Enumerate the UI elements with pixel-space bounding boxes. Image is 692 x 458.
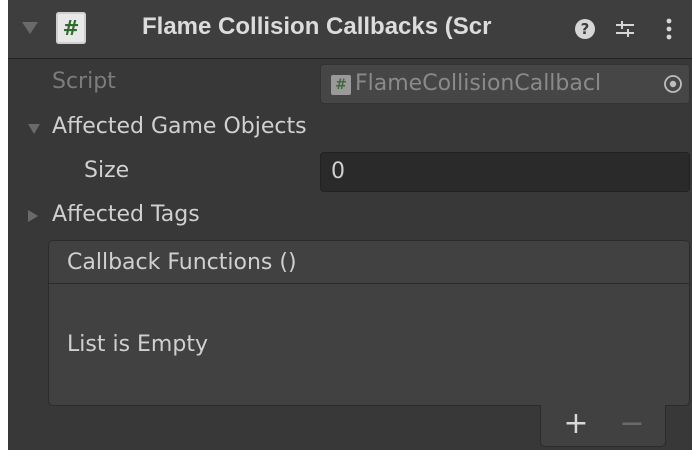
size-label: Size (84, 158, 130, 183)
script-label: Script (52, 69, 116, 94)
script-value: FlameCollisionCallbacl (355, 71, 602, 96)
empty-list-text: List is Empty (67, 332, 208, 357)
callback-functions-header: Callback Functions () (48, 240, 690, 284)
callback-list-body: List is Empty (48, 284, 690, 406)
component-header[interactable]: # Flame Collision Callbacks (Scr ? (8, 0, 692, 59)
affected-game-objects-label[interactable]: Affected Game Objects (52, 114, 307, 139)
help-glyph: ? (575, 19, 595, 39)
foldout-arrow-icon[interactable] (28, 124, 40, 134)
script-icon: # (331, 75, 351, 95)
help-icon[interactable]: ? (572, 16, 598, 42)
preset-sliders-icon (616, 21, 634, 37)
kebab-dots-icon (666, 18, 672, 40)
kebab-menu-icon[interactable] (656, 16, 682, 42)
script-object-field[interactable]: # FlameCollisionCallbacl (320, 64, 690, 104)
target-icon[interactable] (663, 74, 683, 94)
foldout-arrow-icon[interactable] (28, 210, 38, 222)
remove-button[interactable]: − (617, 407, 647, 441)
callback-list-footer: + − (540, 405, 666, 447)
script-icon: # (56, 12, 86, 44)
affected-tags-label[interactable]: Affected Tags (52, 202, 200, 227)
preset-icon[interactable] (612, 16, 638, 42)
component-title: Flame Collision Callbacks (Scr (142, 13, 492, 40)
fold-arrow-icon[interactable] (22, 22, 38, 34)
callback-functions-title: Callback Functions () (67, 250, 297, 275)
inspector-component: # Flame Collision Callbacks (Scr ? Scrip… (8, 0, 692, 450)
add-button[interactable]: + (561, 407, 591, 441)
size-field[interactable]: 0 (320, 152, 690, 192)
